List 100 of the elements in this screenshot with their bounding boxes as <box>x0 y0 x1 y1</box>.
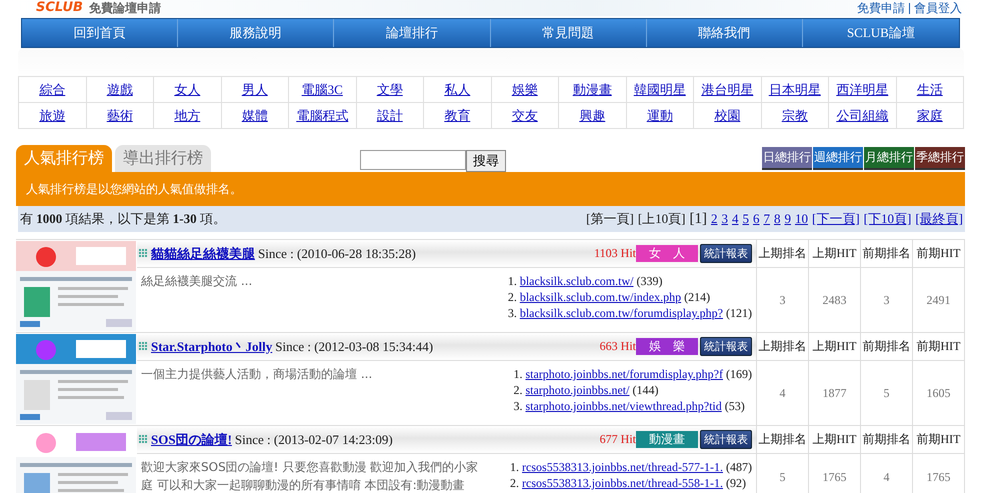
link-count: (121) <box>726 306 752 321</box>
page-link[interactable]: 8 <box>774 211 780 227</box>
stat-header: 上期HIT <box>812 431 856 448</box>
category-tag[interactable]: 女 人 <box>636 245 698 262</box>
nav-item[interactable]: 論壇排行 <box>334 19 490 47</box>
period-button[interactable]: 週總排行 <box>813 147 863 170</box>
category-link[interactable]: 生活 <box>916 80 943 98</box>
page-link[interactable]: 5 <box>742 211 749 227</box>
link-count: (169) <box>726 367 752 382</box>
header-link[interactable]: 免費申請 <box>857 1 905 15</box>
page-link[interactable]: 4 <box>732 211 738 227</box>
tab[interactable]: 導出排行榜 <box>115 145 211 172</box>
category-link[interactable]: 設計 <box>376 106 403 124</box>
category-link[interactable]: 電腦程式 <box>296 106 348 124</box>
stat-value: 5 <box>780 470 786 485</box>
page-link[interactable]: 9 <box>784 211 791 227</box>
link-number: 3. <box>513 399 522 414</box>
nav-item[interactable]: 常見問題 <box>490 19 647 47</box>
nav-item[interactable]: 服務說明 <box>178 19 334 47</box>
period-button[interactable]: 季總排行 <box>915 147 965 170</box>
category-link[interactable]: 私人 <box>444 80 470 98</box>
category-link[interactable]: 媒體 <box>242 106 268 124</box>
nav-item[interactable]: SCLUB論壇 <box>802 19 959 47</box>
page-link[interactable]: 2 <box>710 211 718 227</box>
category-link[interactable]: 動漫畫 <box>572 80 612 98</box>
category-tag[interactable]: 娛 樂 <box>636 338 698 355</box>
page-link[interactable]: [下一頁] <box>812 210 860 228</box>
stat-value: 3 <box>884 292 890 308</box>
category-link[interactable]: 地方 <box>174 106 200 124</box>
nav-item[interactable]: 聯絡我們 <box>646 19 803 47</box>
hit-count: 663 Hit <box>600 339 636 354</box>
link-number: 1. <box>508 274 517 289</box>
category-link[interactable]: 綜合 <box>39 80 66 98</box>
url-link[interactable]: rcsos5538313.joinbbs.net/thread-558-1-1. <box>522 476 723 491</box>
nav-item[interactable]: 回到首頁 <box>22 19 178 47</box>
category-link[interactable]: 教育 <box>444 106 470 124</box>
category-link[interactable]: 文學 <box>376 80 403 98</box>
search-field[interactable] <box>360 150 466 170</box>
page-link[interactable]: [最終頁] <box>915 210 963 228</box>
category-link[interactable]: 西洋明星 <box>836 80 888 98</box>
category-link[interactable]: 遊戲 <box>106 80 133 98</box>
url-link[interactable]: rcsos5538313.joinbbs.net/thread-577-1-1. <box>522 460 723 475</box>
stat-header: 前期排名 <box>862 338 910 355</box>
grid-icon <box>139 342 148 351</box>
url-link[interactable]: starphoto.joinbbs.net/viewthread.php?tid <box>525 399 722 414</box>
category-link[interactable]: 娛樂 <box>512 80 538 98</box>
link-number: 1. <box>513 367 522 382</box>
category-link[interactable]: 日本明星 <box>768 80 821 98</box>
forum-title-link[interactable]: Star.Starphoto丶Jolly <box>151 338 272 356</box>
stat-header: 前期排名 <box>862 431 910 448</box>
url-link[interactable]: blacksilk.sclub.com.tw/forumdisplay.php? <box>520 306 723 321</box>
category-tag[interactable]: 動漫畫 <box>636 431 698 448</box>
category-link[interactable]: 興趣 <box>579 106 606 124</box>
stat-value: 5 <box>884 386 890 400</box>
category-link[interactable]: 宗教 <box>782 106 808 124</box>
report-button[interactable]: 統計報表 <box>700 430 752 449</box>
category-link[interactable]: 家庭 <box>916 106 943 124</box>
category-link[interactable]: 運動 <box>646 106 673 124</box>
category-link[interactable]: 女人 <box>174 80 200 98</box>
url-link[interactable]: blacksilk.sclub.com.tw/ <box>520 274 634 289</box>
hit-count: 677 Hit <box>600 432 636 447</box>
period-button[interactable]: 日總排行 <box>762 147 812 170</box>
category-link[interactable]: 藝術 <box>106 106 133 124</box>
stat-header: 前期HIT <box>916 338 960 355</box>
category-link[interactable]: 交友 <box>512 106 538 124</box>
page-link[interactable]: 7 <box>763 211 770 227</box>
period-button[interactable]: 月總排行 <box>864 147 914 170</box>
stat-value: 2483 <box>822 292 846 308</box>
site-subtitle: 免費論壇申請 <box>88 1 161 15</box>
stat-header: 前期HIT <box>916 431 960 448</box>
forum-title-link[interactable]: SOS団の論壇! <box>151 430 232 448</box>
search-button[interactable]: 搜尋 <box>466 150 506 172</box>
category-link[interactable]: 電腦3C <box>302 80 343 98</box>
category-link[interactable]: 旅遊 <box>39 106 66 124</box>
link-count: (53) <box>724 399 745 414</box>
grid-icon <box>139 249 148 258</box>
category-link[interactable]: 男人 <box>242 80 268 98</box>
page-link[interactable]: 6 <box>752 211 760 227</box>
report-button[interactable]: 統計報表 <box>700 337 752 356</box>
page-link[interactable]: [下10頁] <box>864 210 912 228</box>
stat-value: 1765 <box>822 470 846 485</box>
category-link[interactable]: 校園 <box>714 106 740 124</box>
link-number: 3. <box>508 306 517 321</box>
url-link[interactable]: blacksilk.sclub.com.tw/index.php <box>520 290 682 305</box>
since-date: Since : (2012-03-08 15:34:44) <box>275 338 434 354</box>
url-link[interactable]: starphoto.joinbbs.net/forumdisplay.php?f <box>525 367 723 382</box>
report-button[interactable]: 統計報表 <box>700 244 752 263</box>
stat-value: 1765 <box>926 470 950 485</box>
link-count: (487) <box>726 460 752 475</box>
page-link[interactable]: 3 <box>721 211 728 227</box>
stat-header: 上期HIT <box>812 338 856 355</box>
header-link[interactable]: 會員登入 <box>914 1 962 15</box>
forum-title-link[interactable]: 貓貓絲足絲襪美腿 <box>151 244 255 262</box>
link-count: (339) <box>636 274 662 289</box>
category-link[interactable]: 公司組織 <box>836 106 888 124</box>
category-link[interactable]: 港台明星 <box>701 80 754 98</box>
url-link[interactable]: starphoto.joinbbs.net/ <box>525 383 630 398</box>
page-link[interactable]: 10 <box>794 211 808 227</box>
category-link[interactable]: 韓國明星 <box>634 80 686 98</box>
grid-icon <box>139 435 148 444</box>
